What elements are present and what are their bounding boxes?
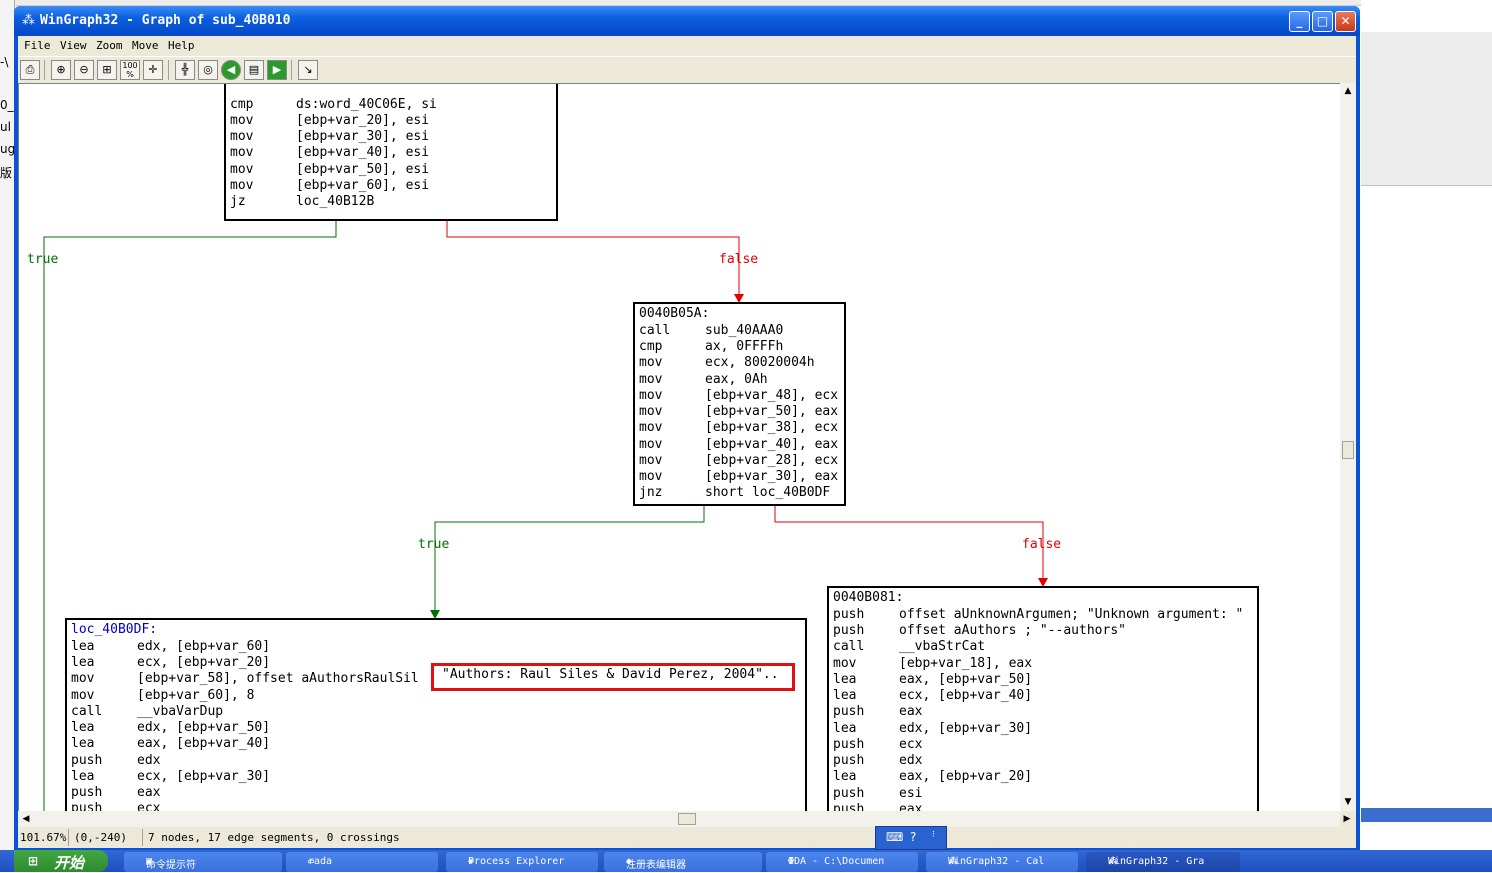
taskbar-item-wingraph-graph[interactable]: ⁂ WinGraph32 - Gra	[1086, 852, 1240, 872]
print-icon[interactable]: ⎙	[20, 60, 40, 80]
horizontal-scroll-thumb[interactable]	[678, 813, 696, 825]
windows-logo-icon: ⊞	[28, 854, 39, 868]
background-window-right	[1361, 0, 1492, 850]
task-label: 命令提示符	[146, 860, 196, 871]
toolbar-separator	[291, 60, 292, 80]
taskbar-item-regedit[interactable]: ◆ 注册表编辑器	[604, 852, 762, 872]
center-icon[interactable]: ✛	[143, 60, 163, 80]
toolbar-separator	[44, 60, 45, 80]
close-button[interactable]: ✕	[1335, 11, 1356, 32]
edge-true-2	[434, 506, 705, 612]
pointer-icon[interactable]: ↘	[298, 60, 318, 80]
move-icon[interactable]: ╬	[175, 60, 195, 80]
bg-text: 0_	[0, 98, 14, 112]
start-button[interactable]: ⊞ 开始	[14, 850, 108, 872]
bg-panel	[1361, 50, 1492, 186]
task-label: WinGraph32 - Cal	[948, 856, 1045, 867]
status-info: 7 nodes, 17 edge segments, 0 crossings	[148, 831, 400, 844]
wingraph-window: ⁂ WinGraph32 - Graph of sub_40B010 _ □ ✕…	[14, 6, 1360, 850]
taskbar-item-rada[interactable]: ▭ rada	[286, 852, 438, 872]
menu-view[interactable]: View	[60, 39, 87, 52]
overview-icon[interactable]: ▤	[244, 60, 264, 80]
bg-text: -\	[0, 55, 9, 69]
menu-move[interactable]: Move	[132, 39, 159, 52]
string-highlight-box: "Authors: Raul Siles & David Perez, 2004…	[431, 663, 795, 691]
graph-node-top[interactable]: cmp ds:word_40C06E, si mov [ebp+var_20], e…	[224, 84, 558, 221]
scroll-down-arrow-icon[interactable]: ▼	[1341, 795, 1355, 809]
graph-canvas[interactable]: true false true false cmp ds:word_40C06E,…	[18, 83, 1341, 812]
task-label: WinGraph32 - Gra	[1108, 856, 1205, 867]
menu-help[interactable]: Help	[168, 39, 195, 52]
rotate-icon[interactable]: ◎	[198, 60, 218, 80]
bg-panel	[1361, 32, 1492, 51]
window-client: File View Zoom Move Help ⎙ ⊕ ⊖ ⊞ 100% ✛ …	[18, 36, 1356, 848]
edge-false-2	[774, 506, 1044, 580]
start-label: 开始	[54, 854, 85, 872]
node-header: 0040B05A:	[639, 306, 710, 321]
forward-icon[interactable]: ▶	[267, 60, 287, 80]
zoom-out-icon[interactable]: ⊖	[74, 60, 94, 80]
bg-text: ug	[0, 142, 16, 156]
edge-label-false: false	[719, 252, 759, 267]
graph-node-0040B05A[interactable]: 0040B05A: call sub_40AAA0 cmp ax, 0FFFFh m…	[633, 302, 846, 506]
edge-label-true: true	[27, 252, 59, 267]
vertical-scrollbar[interactable]: ▲ ▼	[1340, 83, 1356, 811]
taskbar-item-wingraph-cal[interactable]: ⁂ WinGraph32 - Cal	[926, 852, 1078, 872]
task-label: 注册表编辑器	[626, 860, 686, 871]
menu-bar: File View Zoom Move Help	[18, 36, 1356, 56]
scroll-left-arrow-icon[interactable]: ◀	[19, 812, 33, 826]
taskbar-item-procexp[interactable]: ◈ Process Explorer	[446, 852, 598, 872]
scroll-up-arrow-icon[interactable]: ▲	[1341, 84, 1355, 98]
language-bar[interactable]: ⌨ ? ⁝	[875, 826, 947, 850]
back-icon[interactable]: ◀	[221, 60, 241, 80]
edge-label-false: false	[1022, 537, 1062, 552]
task-label: Process Explorer	[468, 856, 565, 867]
vertical-scroll-thumb[interactable]	[1342, 441, 1354, 459]
menu-zoom[interactable]: Zoom	[96, 39, 123, 52]
scroll-right-arrow-icon[interactable]: ▶	[1340, 812, 1354, 826]
window-title: WinGraph32 - Graph of sub_40B010	[40, 13, 291, 28]
node-header: 0040B081:	[833, 590, 904, 605]
wingraph-app-icon: ⁂	[22, 13, 35, 28]
minimize-button[interactable]: _	[1289, 11, 1310, 32]
fit-icon[interactable]: ⊞	[97, 60, 117, 80]
taskbar-item-ida[interactable]: ☻ IDA - C:\Documen	[766, 852, 918, 872]
status-coords: (0,-240)	[74, 831, 127, 844]
help-icon[interactable]: ?	[910, 830, 916, 844]
node-header: loc_40B0DF:	[71, 622, 158, 637]
bg-text: 版	[0, 166, 13, 180]
edge-label-true: true	[418, 537, 450, 552]
task-label: rada	[308, 856, 333, 867]
task-label: IDA - C:\Documen	[788, 856, 885, 867]
graph-node-loc_40B0DF[interactable]: loc_40B0DF: lea edx, [ebp+var_60] lea ecx,…	[65, 618, 807, 812]
menu-file[interactable]: File	[24, 39, 51, 52]
status-separator	[142, 829, 143, 846]
background-window-left: -\ 0_ ul ug 版	[0, 0, 15, 850]
status-zoom: 101.67%	[20, 831, 67, 844]
keyboard-icon[interactable]: ⌨	[886, 830, 903, 844]
title-bar[interactable]: ⁂ WinGraph32 - Graph of sub_40B010 _ □ ✕	[14, 6, 1360, 36]
maximize-button[interactable]: □	[1312, 11, 1333, 32]
toolbar-separator	[168, 60, 169, 80]
zoom-in-icon[interactable]: ⊕	[51, 60, 71, 80]
status-separator	[68, 829, 69, 846]
toolbar: ⎙ ⊕ ⊖ ⊞ 100% ✛ ╬ ◎ ◀ ▤ ▶ ↘	[18, 56, 1356, 83]
graph-node-0040B081[interactable]: 0040B081: push offset aUnknownArgumen; "U…	[827, 586, 1259, 812]
horizontal-scrollbar[interactable]: ◀ ▶	[18, 811, 1350, 827]
zoom-100-icon[interactable]: 100%	[120, 60, 140, 80]
taskbar: ⊞ 开始 ▣ 命令提示符 ▭ rada ◈ Process Explorer ◆ 注册表…	[0, 850, 1492, 872]
bg-panel	[1361, 808, 1492, 822]
taskbar-item-cmd[interactable]: ▣ 命令提示符	[124, 852, 282, 872]
bg-text: ul	[0, 120, 11, 134]
status-bar: 101.67% (0,-240) 7 nodes, 17 edge segmen…	[18, 827, 1356, 848]
edge-false-1	[446, 221, 740, 296]
chevron-icon[interactable]: ⁝	[932, 830, 935, 840]
